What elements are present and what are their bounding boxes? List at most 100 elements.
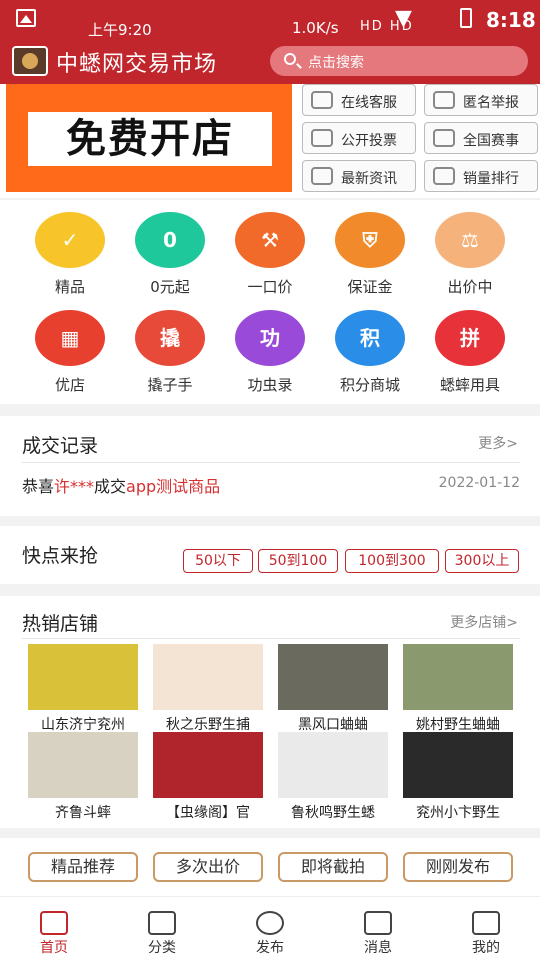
shop-item[interactable]: 兖州小卞野生 bbox=[403, 732, 513, 821]
grid-item[interactable]: 功功虫录 bbox=[220, 300, 320, 394]
deals-more-link[interactable]: 更多> bbox=[478, 433, 518, 453]
category-grid: ✓ 精品 0 0元起 ⚒ 一口价 ⛨ 保证金 ⚖ 出价中 ▦ 优店撬撬子手功功虫录积积分商城拼蟋蟀用具 bbox=[0, 200, 540, 404]
grid-item[interactable]: 拼蟋蟀用具 bbox=[420, 300, 520, 394]
filter-chip[interactable]: 多次出价 bbox=[153, 852, 263, 882]
quick-button[interactable]: 销量排行 bbox=[424, 160, 538, 192]
quick-button[interactable]: 最新资讯 bbox=[302, 160, 416, 192]
tab-home[interactable]: 首页 bbox=[0, 897, 108, 960]
deal-mid: 成交 bbox=[94, 477, 127, 496]
home-icon bbox=[40, 911, 68, 935]
grid-item-label: 0元起 bbox=[150, 278, 190, 296]
profile-icon bbox=[472, 911, 500, 935]
shop-item[interactable]: 黑风口蛐蛐 bbox=[278, 644, 388, 733]
tab-publish[interactable]: 发布 bbox=[216, 897, 324, 960]
grid-item[interactable]: 撬撬子手 bbox=[120, 300, 220, 394]
tab-label: 我的 bbox=[472, 940, 500, 956]
tab-category[interactable]: 分类 bbox=[108, 897, 216, 960]
shop-item[interactable]: 齐鲁斗蟀 bbox=[28, 732, 138, 821]
price-range-tag[interactable]: 100到300 bbox=[345, 549, 439, 573]
cricket-tools-icon: 拼 bbox=[435, 310, 505, 366]
merit-icon: 功 bbox=[235, 310, 305, 366]
filter-chip[interactable]: 即将截拍 bbox=[278, 852, 388, 882]
grid-icon-glyph: 积 bbox=[360, 326, 380, 350]
tab-label: 发布 bbox=[256, 940, 284, 956]
tab-profile[interactable]: 我的 bbox=[432, 897, 540, 960]
grid-item-label: 保证金 bbox=[347, 278, 393, 296]
tab-label: 分类 bbox=[148, 940, 176, 956]
shop-image bbox=[28, 732, 138, 798]
shop-item[interactable]: 秋之乐野生捕 bbox=[153, 644, 263, 733]
fixed-price-icon: ⚒ bbox=[235, 212, 305, 268]
banner-text: 免费开店 bbox=[66, 115, 234, 162]
filter-chip[interactable]: 精品推荐 bbox=[28, 852, 138, 882]
network-speed: 1.0K/s bbox=[292, 19, 339, 37]
price-range-tag[interactable]: 50到100 bbox=[258, 549, 338, 573]
price-range-tag[interactable]: 300以上 bbox=[445, 549, 519, 573]
shop-name: 黑风口蛐蛐 bbox=[298, 717, 368, 733]
filter-chip[interactable]: 刚刚发布 bbox=[403, 852, 513, 882]
status-bar: 上午9:20 1.0K/s HD HD ▼ 8:18 bbox=[0, 0, 540, 39]
grid-item[interactable]: ✓ 精品 bbox=[20, 202, 120, 296]
shops-more-link[interactable]: 更多店铺> bbox=[450, 612, 518, 632]
bidding-icon: ⚖ bbox=[435, 212, 505, 268]
prying-icon: 撬 bbox=[135, 310, 205, 366]
shop-image bbox=[153, 644, 263, 710]
deal-product: app测试商品 bbox=[126, 477, 221, 496]
quick-button[interactable]: 公开投票 bbox=[302, 122, 416, 154]
shop-image bbox=[278, 732, 388, 798]
quick-button[interactable]: 匿名举报 bbox=[424, 84, 538, 116]
quick-button-label: 在线客服 bbox=[341, 95, 397, 111]
tab-message[interactable]: 消息 bbox=[324, 897, 432, 960]
grid-item-label: 蟋蟀用具 bbox=[439, 376, 500, 394]
search-input[interactable]: 点击搜索 bbox=[270, 46, 528, 76]
quick-button-label: 全国赛事 bbox=[463, 133, 519, 149]
quick-button[interactable]: 全国赛事 bbox=[424, 122, 538, 154]
grid-item[interactable]: ⛨ 保证金 bbox=[320, 202, 420, 296]
tab-label: 首页 bbox=[40, 940, 68, 956]
divider bbox=[22, 638, 520, 639]
deal-user: 许*** bbox=[54, 477, 95, 496]
deal-prefix: 恭喜 bbox=[22, 477, 55, 496]
gallery-icon bbox=[16, 9, 36, 27]
deposit-shield-icon: ⛨ bbox=[335, 212, 405, 268]
shop-name: 姚村野生蛐蛐 bbox=[416, 717, 500, 733]
grid-item[interactable]: 0 0元起 bbox=[120, 202, 220, 296]
hot-shops-card: 热销店铺 更多店铺> 山东济宁兖州 秋之乐野生捕 黑风口蛐蛐 姚村野生蛐蛐 齐鲁斗蟀 【虫… bbox=[0, 596, 540, 828]
grid-item[interactable]: ⚖ 出价中 bbox=[420, 202, 520, 296]
shop-name: 鲁秋鸣野生蟋 bbox=[291, 805, 375, 821]
shop-item[interactable]: 山东济宁兖州 bbox=[28, 644, 138, 733]
grid-icon-glyph: ⚖ bbox=[461, 228, 479, 252]
grid-icon-glyph: ✓ bbox=[61, 228, 79, 252]
shop-image bbox=[278, 644, 388, 710]
trophy-icon bbox=[433, 129, 455, 147]
headset-icon bbox=[311, 91, 333, 109]
shop-item[interactable]: 鲁秋鸣野生蟋 bbox=[278, 732, 388, 821]
banner-area: 免费开店 在线客服 匿名举报公开投票 全国赛事最新资讯 销量排行 bbox=[0, 84, 540, 198]
grid-item[interactable]: ▦ 优店 bbox=[20, 300, 120, 394]
price-range-tag[interactable]: 50以下 bbox=[183, 549, 253, 573]
wifi-icon: ▼ bbox=[395, 6, 412, 31]
shop-item[interactable]: 姚村野生蛐蛐 bbox=[403, 644, 513, 733]
deal-record[interactable]: 恭喜许***成交app测试商品 bbox=[22, 473, 220, 497]
filter-chips: 精品推荐 多次出价 即将截拍 刚刚发布 bbox=[0, 838, 540, 896]
grid-item-label: 功虫录 bbox=[247, 376, 293, 394]
grid-item-label: 精品 bbox=[54, 278, 85, 296]
shop-icon: ▦ bbox=[35, 310, 105, 366]
divider bbox=[22, 462, 520, 463]
message-icon bbox=[364, 911, 392, 935]
shop-item[interactable]: 【虫缘阁】官 bbox=[153, 732, 263, 821]
vote-icon bbox=[311, 129, 333, 147]
ranking-icon bbox=[433, 167, 455, 185]
shop-image bbox=[403, 732, 513, 798]
quick-button-label: 公开投票 bbox=[341, 133, 397, 149]
quick-button[interactable]: 在线客服 bbox=[302, 84, 416, 116]
shop-name: 秋之乐野生捕 bbox=[166, 717, 250, 733]
quick-button-label: 最新资讯 bbox=[341, 171, 397, 187]
grid-icon-glyph: 功 bbox=[260, 326, 280, 350]
search-placeholder: 点击搜索 bbox=[308, 55, 364, 71]
grid-item[interactable]: 积积分商城 bbox=[320, 300, 420, 394]
grid-item[interactable]: ⚒ 一口价 bbox=[220, 202, 320, 296]
shop-name: 【虫缘阁】官 bbox=[166, 805, 250, 821]
grid-item-label: 一口价 bbox=[247, 278, 293, 296]
free-shop-banner[interactable]: 免费开店 bbox=[6, 84, 292, 192]
